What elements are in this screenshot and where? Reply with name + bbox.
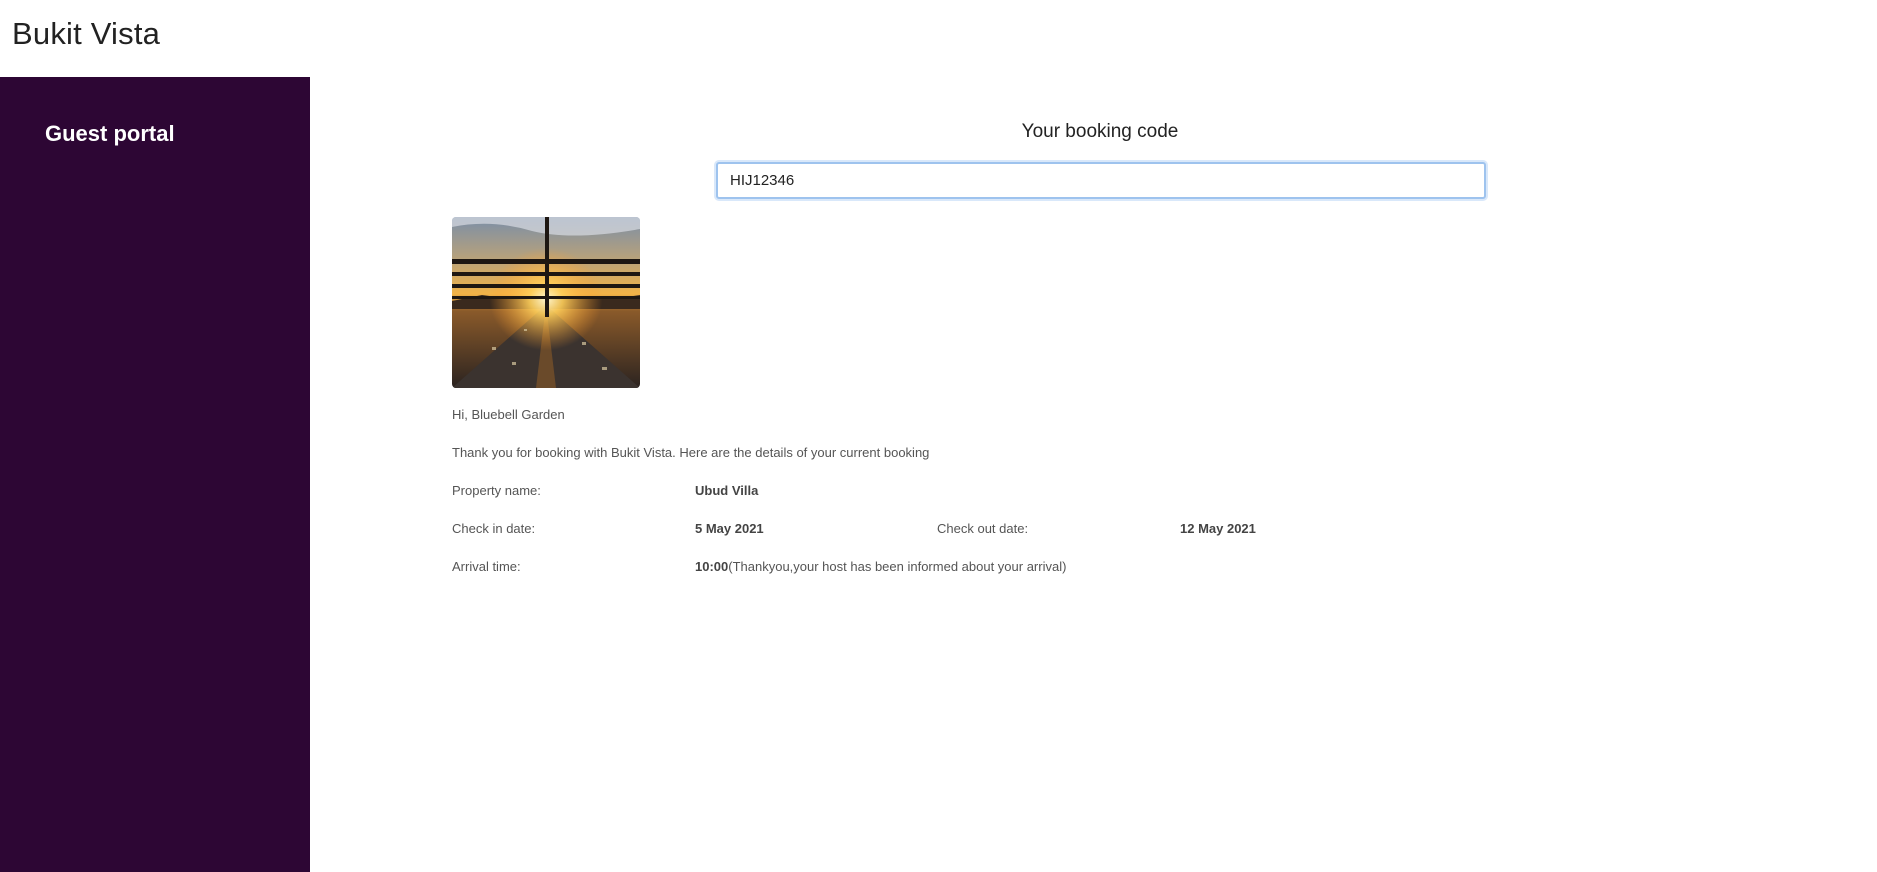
sunset-highway-image xyxy=(452,217,640,388)
booking-code-label: Your booking code xyxy=(1021,121,1179,142)
sidebar: Guest portal xyxy=(0,77,310,872)
property-name-value: Ubud Villa xyxy=(695,483,759,498)
booking-code-input[interactable] xyxy=(716,162,1486,199)
property-name-label: Property name: xyxy=(452,483,541,498)
check-in-value: 5 May 2021 xyxy=(695,521,764,536)
top-bar: Bukit Vista xyxy=(0,0,1877,77)
arrival-time: 10:00 xyxy=(695,559,729,574)
check-in-label: Check in date: xyxy=(452,521,536,536)
check-out-value: 12 May 2021 xyxy=(1180,521,1256,536)
arrival-time-value: 10:00(Thankyou,your host has been inform… xyxy=(695,559,1066,574)
arrival-note: (Thankyou,your host has been informed ab… xyxy=(728,559,1067,574)
app-title: Bukit Vista xyxy=(12,16,161,51)
property-photo xyxy=(452,217,640,388)
greeting-text: Hi, Bluebell Garden xyxy=(452,407,565,422)
sidebar-title[interactable]: Guest portal xyxy=(45,121,175,147)
check-out-label: Check out date: xyxy=(937,521,1029,536)
main-content: Your booking code HIJ12346 Hi, Bluebell … xyxy=(310,77,1877,872)
arrival-time-label: Arrival time: xyxy=(452,559,521,574)
thank-you-text: Thank you for booking with Bukit Vista. … xyxy=(452,445,930,460)
